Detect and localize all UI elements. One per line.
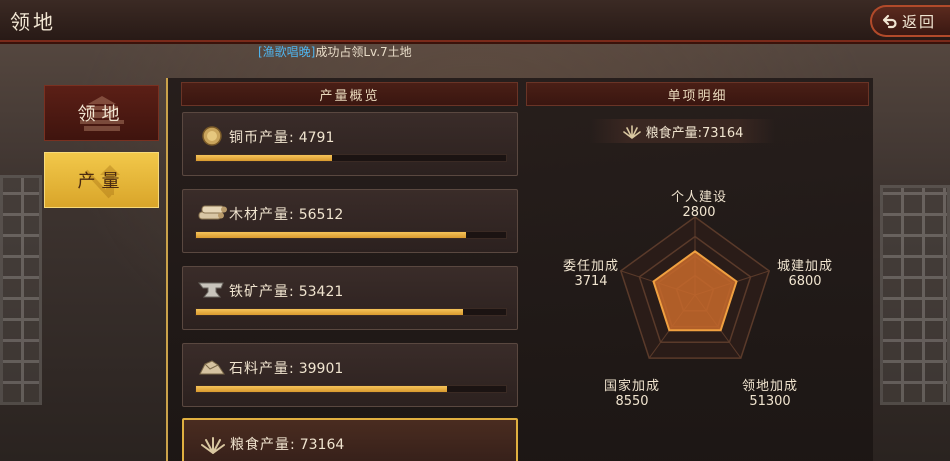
copper-value: 4791 — [298, 130, 335, 146]
wood-icon — [198, 205, 227, 220]
page-title: 领地 — [10, 10, 56, 34]
nation-bonus-value: 8550 — [615, 394, 649, 409]
wood-progress-fill — [196, 232, 466, 238]
tab-production[interactable]: 产量 — [44, 152, 159, 208]
grain-icon — [622, 125, 641, 139]
copper-progress-fill — [196, 155, 333, 161]
detail-header: 单项明细 — [526, 82, 869, 106]
wood-label: 木材产量: 56512 — [229, 207, 344, 223]
city-bonus-name: 城建加成 — [776, 259, 833, 274]
copper-progress-track — [195, 154, 507, 162]
overview-header: 产量概览 — [181, 82, 518, 106]
nation-bonus-name: 国家加成 — [603, 379, 660, 394]
coin-icon — [202, 126, 222, 146]
radar-label-territory: 领地加成 51300 — [715, 379, 825, 409]
notice-player-name[interactable]: [渔歌唱晚] — [258, 45, 315, 59]
production-card-stone[interactable]: 石料产量: 39901 — [182, 343, 518, 407]
appoint-bonus-value: 3714 — [574, 274, 608, 289]
tab-territory-label: 领地 — [77, 104, 126, 125]
stone-icon — [199, 360, 225, 375]
back-arrow-icon — [882, 14, 897, 29]
tab-production-label: 产量 — [77, 171, 126, 192]
stone-value: 39901 — [298, 361, 344, 377]
detail-total-label: 粮食产量:73164 — [645, 125, 744, 141]
back-button[interactable]: 返回 — [870, 5, 950, 37]
grain-icon — [201, 437, 225, 454]
iron-value: 53421 — [298, 284, 344, 300]
wood-progress-track — [195, 231, 507, 239]
top-bar: 领地 返回 — [0, 0, 950, 42]
production-card-copper[interactable]: 铜币产量: 4791 — [182, 112, 518, 176]
production-card-grain[interactable]: 粮食产量: 73164 — [182, 418, 518, 461]
iron-progress-track — [195, 308, 507, 316]
grain-label: 粮食产量: 73164 — [230, 437, 345, 453]
radar-label-appoint: 委任加成 3714 — [536, 259, 646, 289]
stone-label: 石料产量: 39901 — [229, 361, 344, 377]
bonus-radar-chart — [619, 216, 771, 359]
production-card-wood[interactable]: 木材产量: 56512 — [182, 189, 518, 253]
grain-value: 73164 — [299, 437, 345, 453]
background-window-right — [880, 185, 950, 405]
iron-progress-fill — [196, 309, 463, 315]
personal-bonus-name: 个人建设 — [670, 190, 727, 205]
appoint-bonus-name: 委任加成 — [562, 259, 619, 274]
capture-notice: [渔歌唱晚]成功占领Lv.7土地 — [258, 43, 412, 60]
wood-value: 56512 — [298, 207, 344, 223]
copper-label: 铜币产量: 4791 — [229, 130, 335, 146]
stone-progress-track — [195, 385, 507, 393]
radar-label-personal: 个人建设 2800 — [644, 190, 754, 220]
anvil-icon — [197, 282, 224, 298]
notice-message: 成功占领Lv.7土地 — [315, 45, 412, 59]
city-bonus-value: 6800 — [788, 274, 822, 289]
radar-label-nation: 国家加成 8550 — [577, 379, 687, 409]
back-button-label: 返回 — [902, 12, 937, 31]
tab-territory[interactable]: 领地 — [44, 85, 159, 141]
radar-label-city: 城建加成 6800 — [750, 259, 860, 289]
territory-bonus-name: 领地加成 — [741, 379, 798, 394]
background-window-left — [0, 175, 42, 405]
personal-bonus-value: 2800 — [682, 205, 716, 220]
production-card-iron[interactable]: 铁矿产量: 53421 — [182, 266, 518, 330]
stone-progress-fill — [196, 386, 448, 392]
territory-bonus-value: 51300 — [749, 394, 791, 409]
iron-label: 铁矿产量: 53421 — [229, 284, 344, 300]
detail-total: 粮食产量:73164 — [590, 119, 775, 143]
